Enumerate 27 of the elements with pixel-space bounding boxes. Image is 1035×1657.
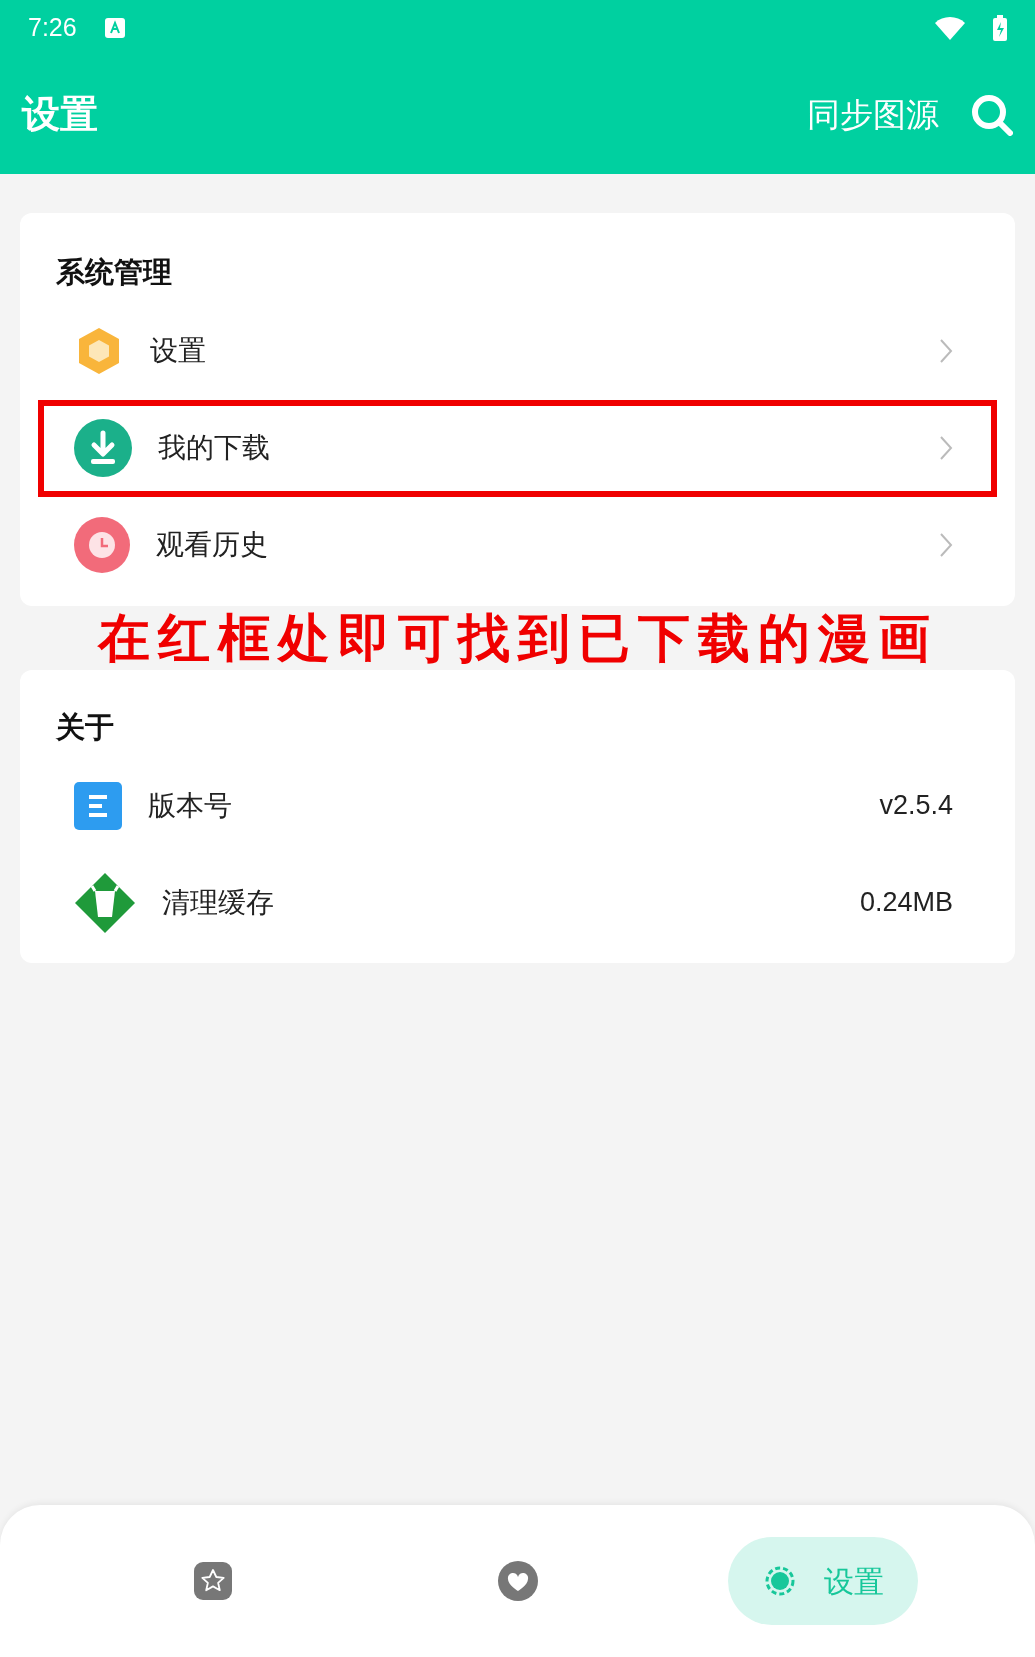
item-value: v2.5.4 xyxy=(879,789,953,823)
item-label: 清理缓存 xyxy=(162,884,275,921)
menu-item[interactable]: 清理缓存 0.24MB xyxy=(44,854,991,951)
chevron-right-icon xyxy=(939,338,953,364)
item-label: 观看历史 xyxy=(156,527,269,563)
item-label: 我的下载 xyxy=(158,430,271,466)
item-label: 版本号 xyxy=(148,787,233,824)
document-icon xyxy=(74,781,122,830)
battery-icon xyxy=(993,14,1007,41)
clock-icon xyxy=(74,517,130,573)
item-value: 0.24MB xyxy=(859,886,953,920)
item-label: 设置 xyxy=(150,333,207,369)
chevron-right-icon xyxy=(939,435,953,461)
cup-icon xyxy=(74,871,136,934)
page-title: 设置 xyxy=(22,91,99,138)
keyboard-icon xyxy=(104,17,125,38)
menu-item[interactable]: 版本号 v2.5.4 xyxy=(44,757,991,854)
chevron-right-icon xyxy=(939,532,953,558)
annotation-text: 在红框处即可找到已下载的漫画 xyxy=(97,606,938,670)
menu-item[interactable]: 设置 xyxy=(44,302,991,400)
status-time: 7:26 xyxy=(28,11,77,43)
menu-item[interactable]: 我的下载 xyxy=(38,399,997,497)
menu-item[interactable]: 观看历史 xyxy=(44,496,991,594)
section-title: 关于 xyxy=(56,709,114,744)
section-title: 系统管理 xyxy=(56,255,172,289)
download-icon xyxy=(74,419,132,477)
wifi-icon xyxy=(935,15,965,40)
